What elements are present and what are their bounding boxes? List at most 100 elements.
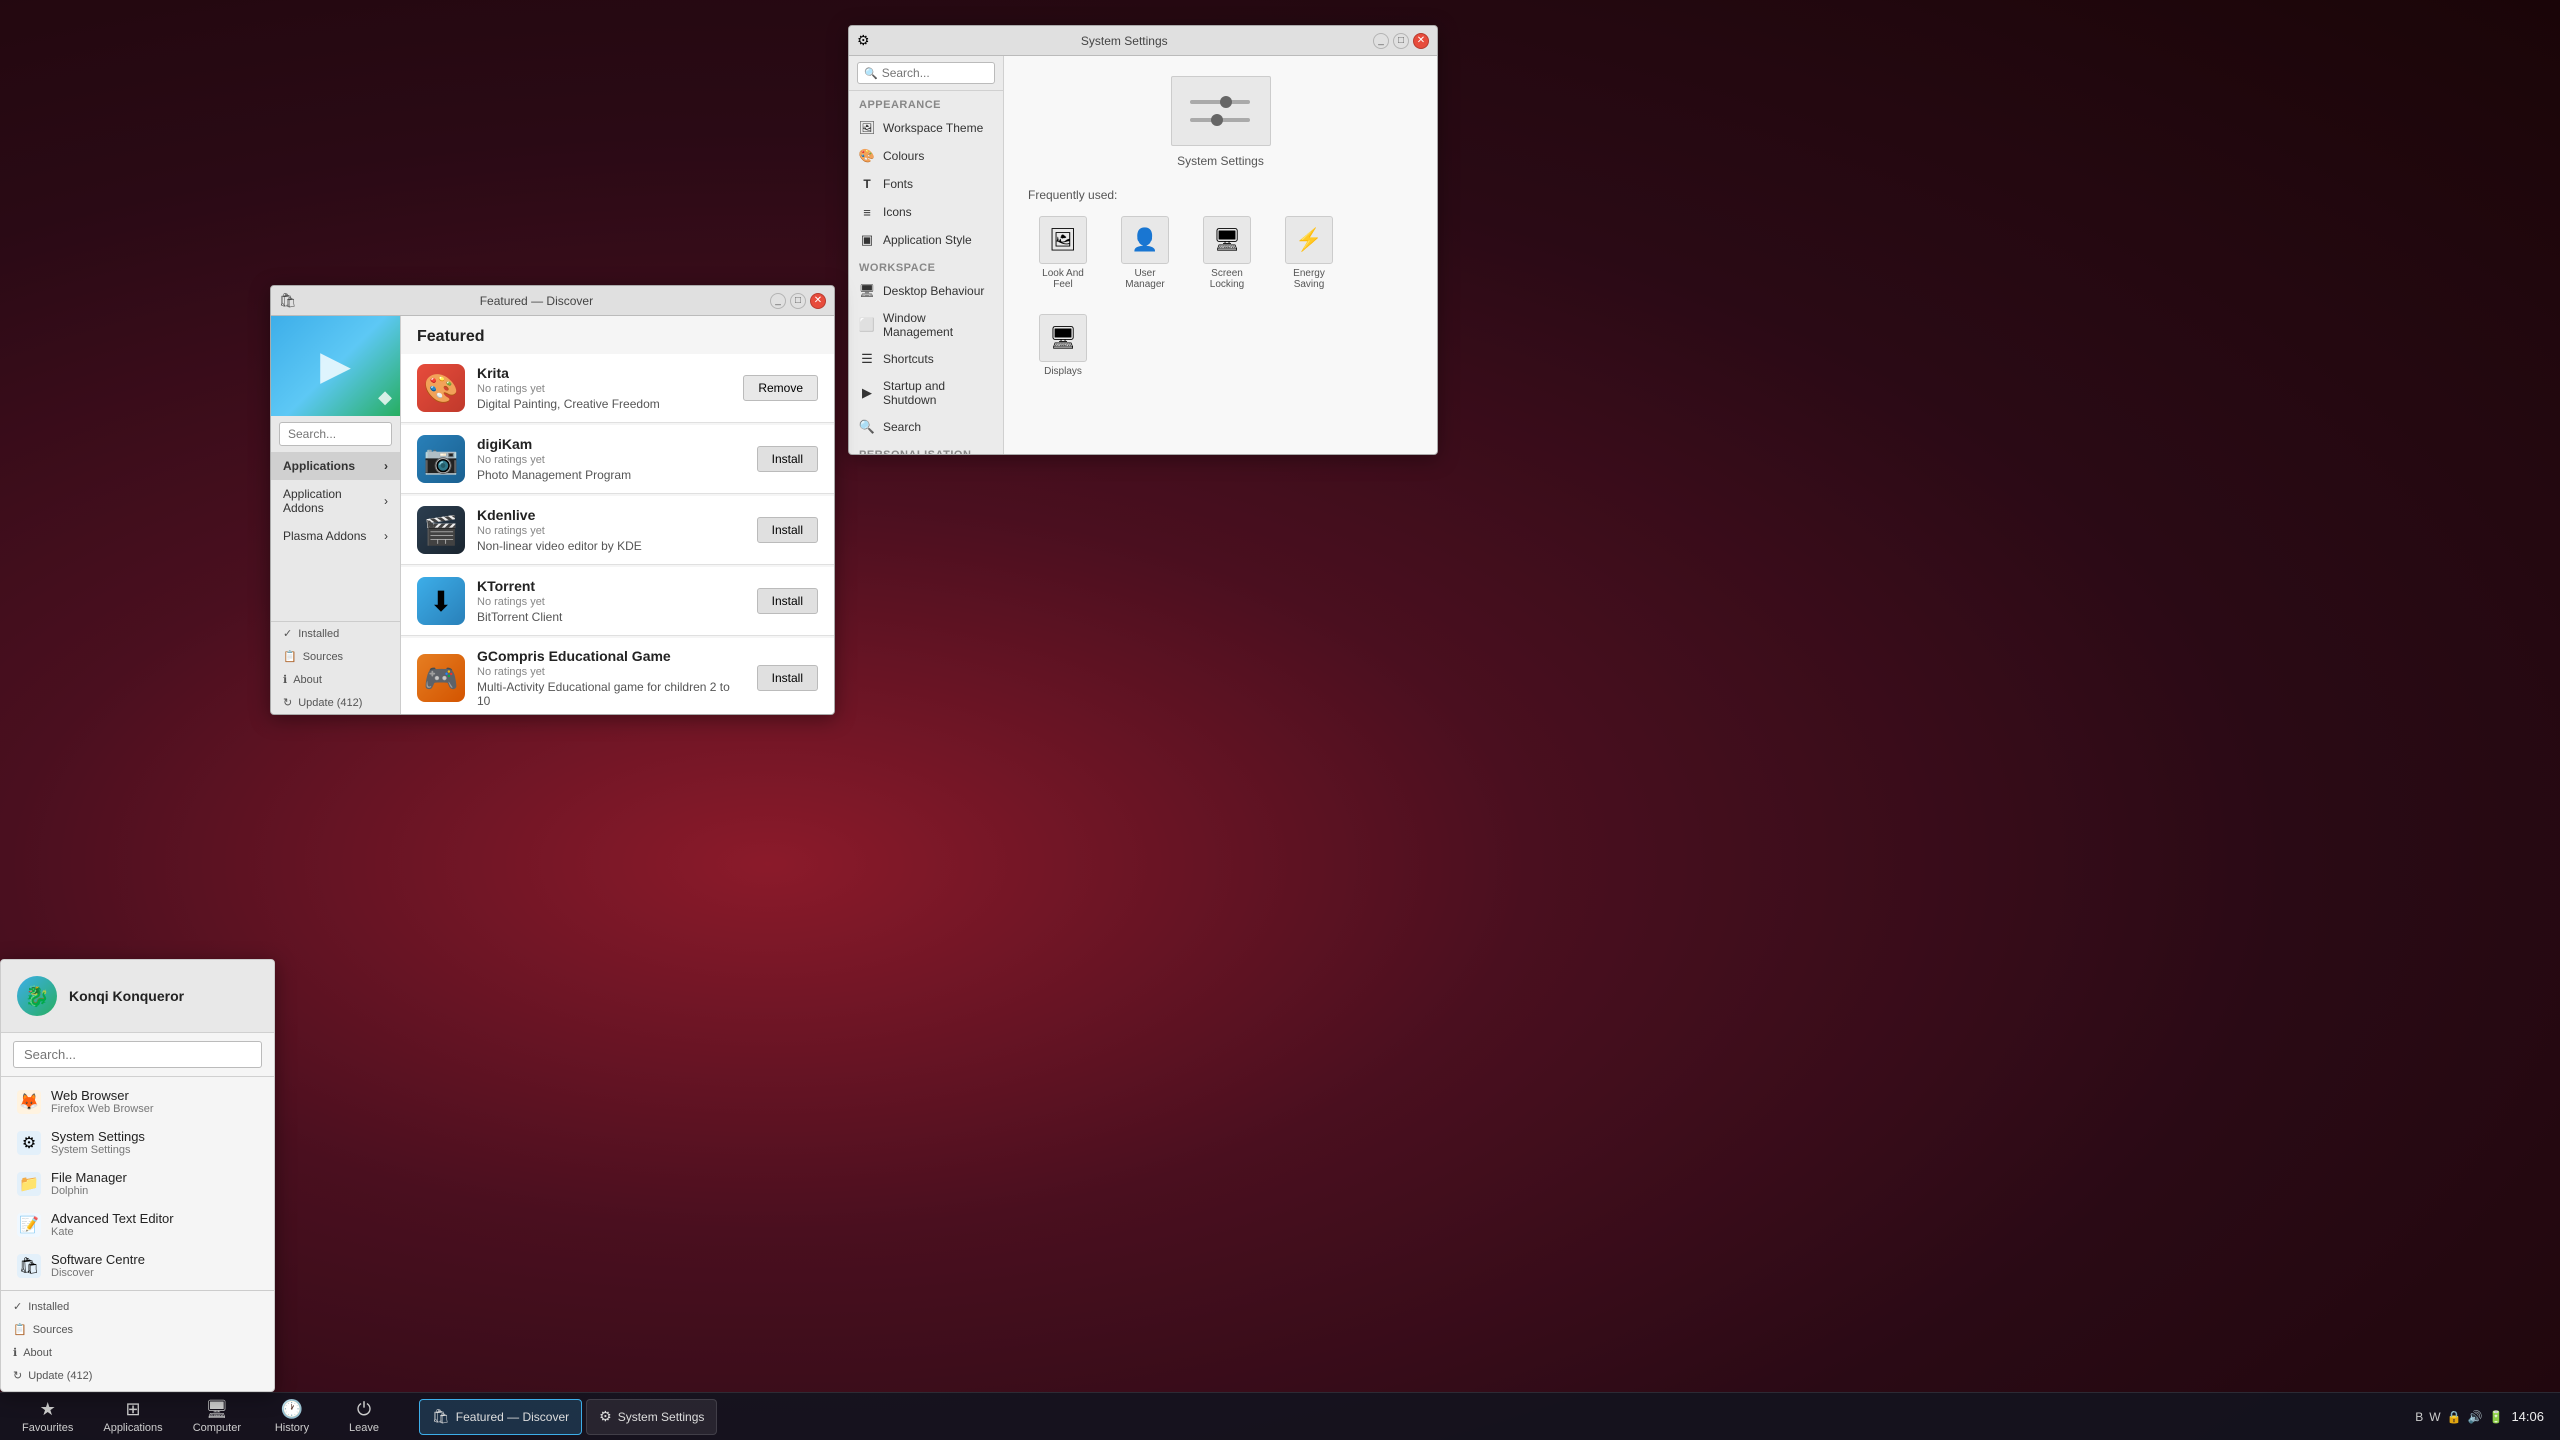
sidebar-item-window-management[interactable]: ⬜ Window Management — [849, 305, 1003, 345]
arrow-icon: › — [384, 459, 388, 473]
close-button[interactable]: ✕ — [810, 293, 826, 309]
sidebar-item-icons[interactable]: ≡ Icons — [849, 198, 1003, 226]
sources-link[interactable]: 📋 Sources — [1, 1318, 274, 1341]
remove-button[interactable]: Remove — [743, 375, 818, 401]
featured-title: Featured — [401, 316, 834, 354]
freq-item-screen-locking[interactable]: 🖥 Screen Locking — [1192, 210, 1262, 296]
installed-link[interactable]: ✓ Installed — [1, 1295, 274, 1318]
discover-header-image: ▶ ◆ — [271, 316, 400, 416]
taskbar-item-computer[interactable]: 🖥 Computer — [179, 1395, 255, 1438]
freq-item-look-and-feel[interactable]: 🖼 Look And Feel — [1028, 210, 1098, 296]
icons-label: Icons — [883, 205, 912, 219]
volume-icon: 🔊 — [2468, 1410, 2483, 1424]
discover-search-area — [271, 416, 400, 452]
startup-shutdown-icon: ▶ — [859, 385, 875, 401]
discover-sources-link[interactable]: 📋 Sources — [271, 645, 400, 668]
wifi-icon: W — [2429, 1410, 2440, 1424]
history-label: History — [275, 1422, 309, 1434]
update-link[interactable]: ↻ Update (412) — [1, 1364, 274, 1387]
discover-installed-link[interactable]: ✓ Installed — [271, 622, 400, 645]
update-label: Update (412) — [28, 1370, 92, 1382]
sidebar-item-plasma-addons[interactable]: Plasma Addons › — [271, 522, 400, 550]
sidebar-item-search[interactable]: 🔍 Search — [849, 413, 1003, 441]
list-item: 🎬 Kdenlive No ratings yet Non-linear vid… — [401, 496, 834, 565]
applications-label: Applications — [283, 459, 355, 473]
konqi-search-area — [1, 1033, 274, 1077]
app-name: Web Browser — [51, 1088, 154, 1103]
favourites-label: Favourites — [22, 1422, 73, 1434]
app-desc: Non-linear video editor by KDE — [477, 539, 745, 553]
about-label: About — [23, 1347, 52, 1359]
discover-window-title: Featured — Discover — [303, 294, 770, 308]
icons-icon: ≡ — [859, 204, 875, 220]
startup-shutdown-label: Startup and Shutdown — [883, 379, 993, 407]
gcompris-icon: 🎮 — [417, 654, 465, 702]
sidebar-item-shortcuts[interactable]: ☰ Shortcuts — [849, 345, 1003, 373]
freq-item-user-manager[interactable]: 👤 User Manager — [1110, 210, 1180, 296]
sidebar-item-applications[interactable]: Applications › — [271, 452, 400, 480]
install-button[interactable]: Install — [757, 665, 818, 691]
taskbar-item-history[interactable]: 🕐 History — [257, 1395, 327, 1438]
sources-label: Sources — [303, 651, 343, 663]
about-link[interactable]: ℹ About — [1, 1341, 274, 1364]
look-and-feel-icon: 🖼 — [1039, 216, 1087, 264]
taskbar-item-favourites[interactable]: ★ Favourites — [8, 1395, 87, 1438]
kdenlive-icon: 🎬 — [417, 506, 465, 554]
sidebar-item-startup-shutdown[interactable]: ▶ Startup and Shutdown — [849, 373, 1003, 413]
freq-item-energy-saving[interactable]: ⚡ Energy Saving — [1274, 210, 1344, 296]
discover-taskbar-icon: 🛍 — [432, 1408, 450, 1425]
computer-icon: 🖥 — [205, 1399, 228, 1420]
app-name: Kdenlive — [477, 507, 745, 523]
energy-saving-label: Energy Saving — [1280, 268, 1338, 290]
list-item[interactable]: 🦊 Web Browser Firefox Web Browser — [1, 1081, 274, 1122]
close-button[interactable]: ✕ — [1413, 33, 1429, 49]
install-button[interactable]: Install — [757, 588, 818, 614]
minimize-button[interactable]: _ — [770, 293, 786, 309]
app-desc: Photo Management Program — [477, 468, 745, 482]
sidebar-item-workspace-theme[interactable]: 🖼 Workspace Theme — [849, 114, 1003, 142]
favourites-icon: ★ — [40, 1399, 56, 1420]
sidebar-item-colours[interactable]: 🎨 Colours — [849, 142, 1003, 170]
app-icon: ⚙ — [17, 1131, 41, 1155]
sidebar-item-application-style[interactable]: ▣ Application Style — [849, 226, 1003, 254]
taskbar-window-sysset[interactable]: ⚙ System Settings — [586, 1399, 717, 1435]
application-style-label: Application Style — [883, 233, 972, 247]
application-addons-label: Application Addons — [283, 487, 384, 515]
list-item[interactable]: ⚙ System Settings System Settings — [1, 1122, 274, 1163]
history-icon: 🕐 — [281, 1399, 303, 1420]
digikam-icon: 📷 — [417, 435, 465, 483]
freq-item-displays[interactable]: 🖥 Displays — [1028, 308, 1098, 383]
app-icon: 🦊 — [17, 1090, 41, 1114]
app-sub: System Settings — [51, 1144, 145, 1156]
update-icon: ↻ — [283, 696, 292, 709]
taskbar-item-leave[interactable]: ⏻ Leave — [329, 1395, 399, 1438]
applications-label: Applications — [103, 1422, 162, 1434]
list-item[interactable]: 🛍 Software Centre Discover — [1, 1245, 274, 1286]
sidebar-item-application-addons[interactable]: Application Addons › — [271, 480, 400, 522]
install-button[interactable]: Install — [757, 517, 818, 543]
list-item[interactable]: 📁 File Manager Dolphin — [1, 1163, 274, 1204]
appearance-section-header: Appearance — [849, 91, 1003, 114]
sysset-search-input[interactable] — [882, 66, 988, 80]
discover-about-link[interactable]: ℹ About — [271, 668, 400, 691]
maximize-button[interactable]: □ — [1393, 33, 1409, 49]
konqi-search-input[interactable] — [13, 1041, 262, 1068]
taskbar-windows: 🛍 Featured — Discover ⚙ System Settings — [419, 1399, 717, 1435]
discover-update-link[interactable]: ↻ Update (412) — [271, 691, 400, 714]
discover-search-input[interactable] — [279, 422, 392, 446]
minimize-button[interactable]: _ — [1373, 33, 1389, 49]
sidebar-item-desktop-behaviour[interactable]: 🖥 Desktop Behaviour — [849, 277, 1003, 305]
applications-icon: ⊞ — [125, 1399, 140, 1420]
maximize-button[interactable]: □ — [790, 293, 806, 309]
taskbar-window-discover[interactable]: 🛍 Featured — Discover — [419, 1399, 582, 1435]
leave-icon: ⏻ — [357, 1399, 371, 1420]
taskbar-item-applications[interactable]: ⊞ Applications — [89, 1395, 176, 1438]
workspace-theme-label: Workspace Theme — [883, 121, 983, 135]
sidebar-item-fonts[interactable]: T Fonts — [849, 170, 1003, 198]
install-button[interactable]: Install — [757, 446, 818, 472]
list-item[interactable]: 📝 Advanced Text Editor Kate — [1, 1204, 274, 1245]
discover-bottom-nav: ✓ Installed 📋 Sources ℹ About ↻ Update (… — [271, 621, 400, 714]
personalisation-section-header: Personalisation — [849, 441, 1003, 454]
discover-window-icon: 🛍 — [279, 292, 297, 309]
taskbar: ★ Favourites ⊞ Applications 🖥 Computer 🕐… — [0, 1392, 2560, 1440]
